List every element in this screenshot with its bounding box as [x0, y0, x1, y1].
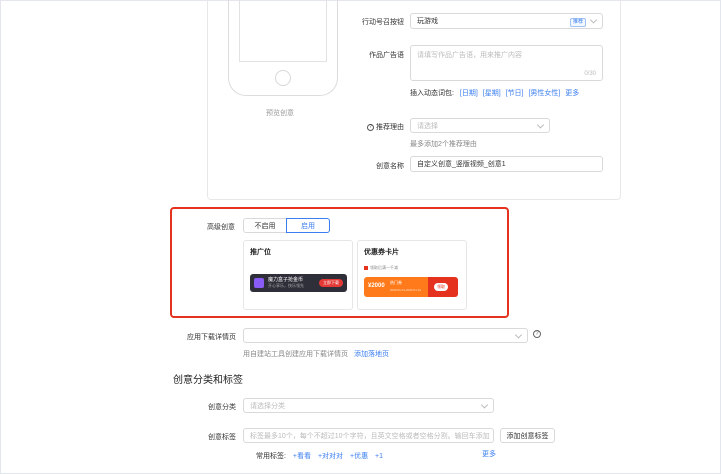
tags-more-link[interactable]: 更多: [482, 449, 496, 459]
tags-input[interactable]: 标签最多10个，每个不超过10个字符，且英文空格或者空格分割。输回车添加: [243, 428, 494, 443]
recommend-badge: 推荐: [569, 18, 586, 27]
insert-word-date[interactable]: [日期]: [460, 90, 478, 97]
preview-label: 预览创意: [266, 110, 294, 117]
creative-name-label: 创意名称: [376, 163, 404, 170]
recommend-reason-hint: 最多添加2个推荐理由: [410, 141, 477, 148]
advanced-option-enable[interactable]: 启用: [286, 218, 330, 233]
recommend-reason-select[interactable]: 请选择: [410, 118, 550, 133]
common-tag[interactable]: +优惠: [350, 453, 368, 460]
coupon-card-title: 优惠券卡片: [364, 249, 399, 256]
insert-word-holiday[interactable]: [节日]: [506, 90, 524, 97]
action-button-select[interactable]: 玩游戏 推荐: [410, 13, 603, 29]
insert-words-more[interactable]: 更多: [565, 90, 579, 97]
advanced-creative-label: 高级创意: [207, 224, 235, 231]
ad-copy-textarea[interactable]: 请填写作品广告语，用来推广内容 0/30: [410, 45, 603, 81]
insert-words-label: 插入动态词包:: [410, 90, 454, 97]
common-tags-row: 常用标签: +看看 +对对对 +优惠 +1: [256, 451, 383, 461]
chevron-down-icon: [480, 400, 489, 409]
coupon-card[interactable]: 优惠券卡片 领取后满一千减 ¥2000 热门券 2020.01.01-2020.…: [357, 240, 467, 310]
help-icon[interactable]: ?: [533, 330, 541, 338]
promo-banner: 魔力盒子抢金币 开心享乐，快乐领先 立即下载: [250, 274, 347, 292]
promo-download-button: 立即下载: [319, 279, 343, 287]
category-label: 创意分类: [208, 404, 236, 411]
insert-word-gender[interactable]: [男性女性]: [528, 90, 560, 97]
promo-title: 魔力盒子抢金币: [268, 277, 304, 283]
download-page-label: 应用下载详情页: [187, 334, 236, 341]
add-tag-button[interactable]: 添加创意标签: [500, 428, 555, 443]
tags-placeholder: 标签最多10个，每个不超过10个字符，且英文空格或者空格分割。输回车添加: [250, 432, 490, 440]
insert-words-row: 插入动态词包: [日期] [星期] [节日] [男性女性] 更多: [410, 88, 579, 98]
download-page-select[interactable]: [243, 328, 528, 343]
chevron-down-icon: [514, 330, 523, 339]
section-title: 创意分类和标签: [173, 375, 243, 386]
category-placeholder: 请选择分类: [250, 402, 285, 410]
question-icon: ?: [367, 123, 374, 131]
coupon-name: 热门券: [390, 280, 402, 285]
phone-screen: [239, 0, 327, 62]
common-tag[interactable]: +看看: [293, 453, 311, 460]
category-select[interactable]: 请选择分类: [243, 398, 494, 413]
creative-name-input[interactable]: 自定义创意_竖版视频_创意1: [410, 156, 603, 172]
promo-slot-card[interactable]: 推广位 魔力盒子抢金币 开心享乐，快乐领先 立即下载: [243, 240, 353, 310]
promo-slot-title: 推广位: [250, 249, 271, 256]
add-landing-page-link[interactable]: 添加落地页: [354, 351, 389, 358]
coupon-body: ¥2000 热门券 2020.01.01-2020.01.31: [364, 277, 428, 297]
common-tag[interactable]: +1: [375, 453, 383, 460]
coupon-top-text: 领取后满一千减: [364, 265, 398, 271]
ad-copy-label: 作品广告语: [369, 52, 404, 59]
phone-preview: [228, 0, 338, 96]
creative-name-value: 自定义创意_竖版视频_创意1: [417, 161, 506, 168]
advanced-option-disable[interactable]: 不启用: [243, 218, 287, 233]
coupon-action: 领取: [428, 277, 458, 297]
chevron-down-icon: [536, 120, 545, 129]
promo-subtitle: 开心享乐，快乐领先: [268, 283, 304, 288]
action-button-label: 行动号召按钮: [362, 19, 404, 26]
recommend-reason-placeholder: 请选择: [417, 122, 438, 130]
ad-copy-placeholder: 请填写作品广告语，用来推广内容: [417, 52, 522, 59]
recommend-reason-label: ? 推荐理由: [352, 122, 404, 132]
common-tags-label: 常用标签:: [256, 453, 286, 460]
tags-label: 创意标签: [208, 434, 236, 441]
coupon-price: ¥2000: [368, 283, 385, 289]
download-page-hint: 用自建站工具创建应用下载详情页: [243, 351, 348, 358]
action-button-value: 玩游戏: [417, 18, 438, 25]
phone-home-button: [275, 70, 291, 86]
ad-copy-counter: 0/30: [584, 71, 596, 77]
coupon-date: 2020.01.01-2020.01.31: [390, 288, 422, 292]
chevron-down-icon: [589, 16, 598, 24]
download-page-hint-row: 用自建站工具创建应用下载详情页 添加落地页: [243, 349, 389, 359]
insert-word-week[interactable]: [星期]: [483, 90, 501, 97]
app-icon: [254, 278, 264, 288]
common-tag[interactable]: +对对对: [318, 453, 343, 460]
coupon-claim-button: 领取: [434, 283, 448, 291]
